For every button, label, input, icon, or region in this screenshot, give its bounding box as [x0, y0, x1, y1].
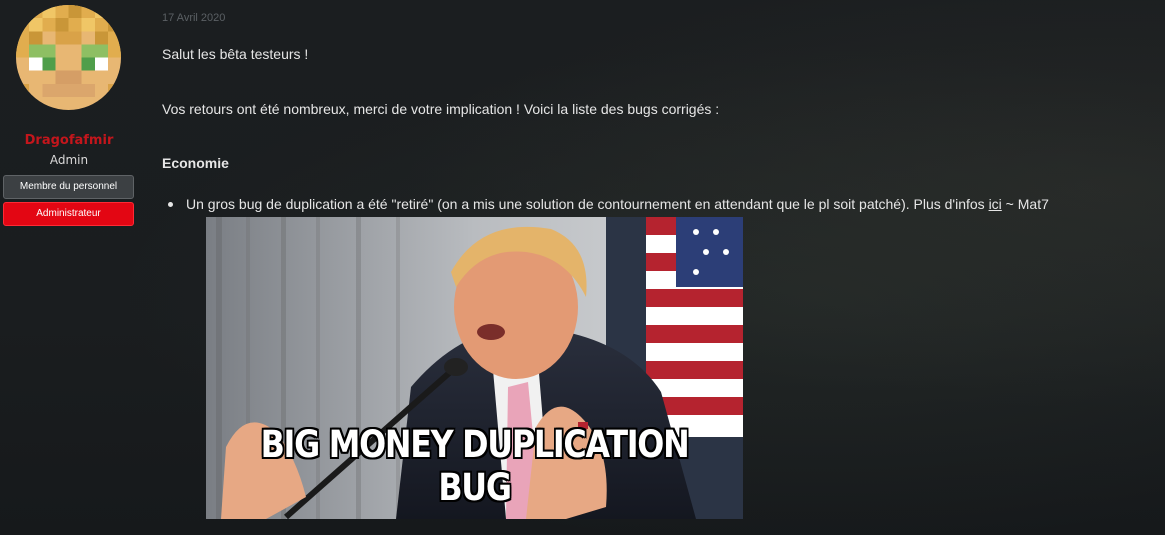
author-username[interactable]: Dragofafmir	[0, 133, 138, 148]
bullet-signature: ~ Mat7	[1001, 196, 1049, 212]
meme-caption: BIG MONEY DUPLICATION BUG	[260, 423, 690, 509]
post-greeting: Salut les bêta testeurs !	[162, 46, 309, 62]
bullet-icon	[168, 202, 173, 207]
list-item: Un gros bug de duplication a été "retiré…	[168, 196, 1165, 212]
staff-badge[interactable]: Membre du personnel	[3, 175, 134, 199]
admin-badge[interactable]: Administrateur	[3, 202, 134, 226]
bullet-text: Un gros bug de duplication a été "retiré…	[186, 196, 989, 212]
author-sidebar: Dragofafmir Admin Membre du personnel Ad…	[0, 0, 140, 535]
meme-image[interactable]: BIG MONEY DUPLICATION BUG	[206, 217, 743, 519]
avatar[interactable]	[16, 5, 121, 110]
avatar-image	[16, 5, 121, 110]
section-heading: Economie	[162, 155, 229, 171]
post-date[interactable]: 17 Avril 2020	[162, 12, 225, 24]
author-role: Admin	[49, 153, 89, 167]
info-link[interactable]: ici	[989, 196, 1002, 212]
post-intro: Vos retours ont été nombreux, merci de v…	[162, 101, 720, 117]
